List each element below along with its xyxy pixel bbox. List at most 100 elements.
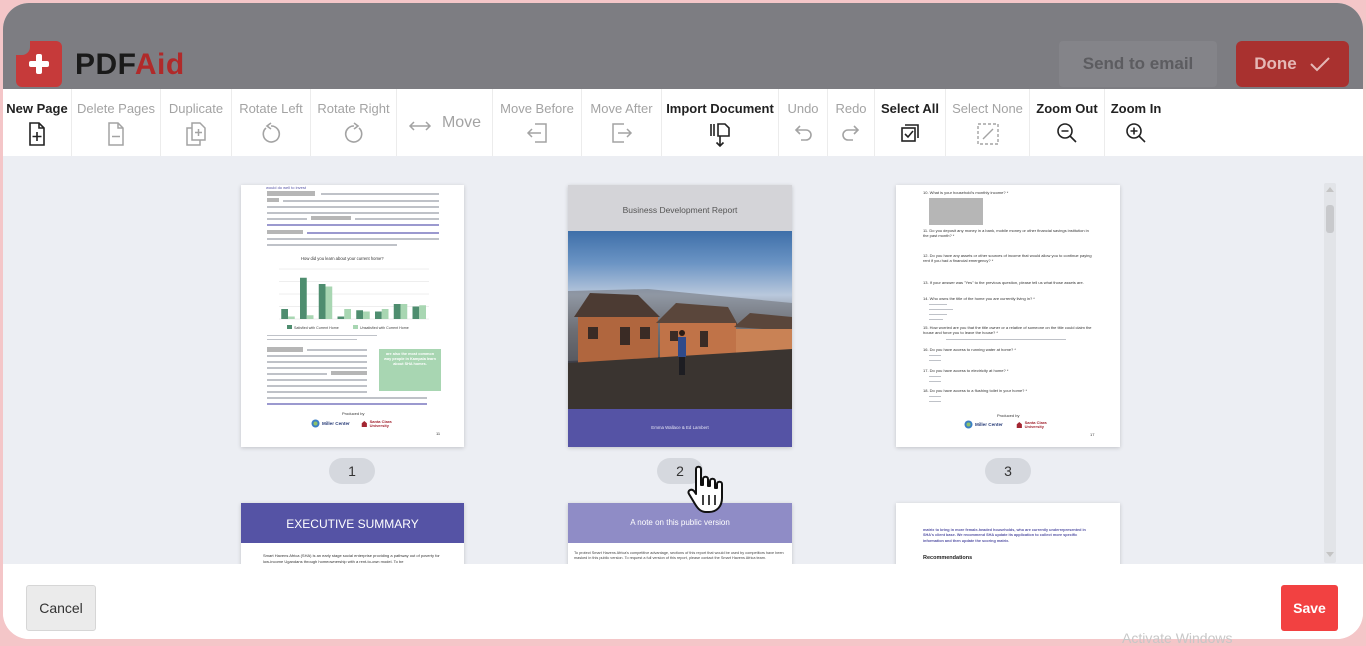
page2-authors: Emma Wallace & Ed Lambert [651, 425, 709, 430]
page-thumbnail-4[interactable]: EXECUTIVE SUMMARY Smart Havens Africa (S… [241, 503, 464, 564]
move-tool[interactable]: Move [397, 89, 492, 156]
chart-bar [393, 304, 401, 319]
select-all-tool[interactable]: Select All [875, 89, 945, 156]
page1-legend-satisfied: Satisfied with Current Home [287, 325, 339, 330]
chart-bar [412, 306, 420, 319]
chart-bar [300, 277, 307, 319]
page3-q15: 15. How worried are you that the title o… [923, 325, 1092, 336]
page-number-badge-3: 3 [985, 458, 1031, 484]
page-grid: would do well to invest How did you lear… [3, 156, 1363, 564]
send-to-email-button[interactable]: Send to email [1059, 41, 1217, 87]
scroll-up-arrow-icon [1326, 187, 1334, 192]
page-number-badge-1: 1 [329, 458, 375, 484]
page1-legend-unsatisfied: Unsatisfied with Current Home [353, 325, 409, 330]
select-none-label: Select None [952, 101, 1023, 116]
duplicate-tool[interactable]: Duplicate [161, 89, 231, 156]
page1-produced-by: Produced by [342, 411, 365, 416]
page3-q11: 11. Do you deposit any money in a bank, … [923, 228, 1089, 239]
vertical-scrollbar[interactable] [1324, 183, 1336, 563]
brand-part2: Aid [134, 48, 185, 81]
select-none-tool[interactable]: Select None [946, 89, 1029, 156]
chart-bar [381, 309, 389, 319]
checkmark-icon [1310, 57, 1330, 72]
redo-icon [842, 125, 860, 141]
page3-produced-by: Produced by [997, 413, 1020, 418]
zoom-in-tool[interactable]: Zoom In [1105, 89, 1167, 156]
move-after-icon [611, 123, 632, 143]
page3-page-number: 17 [1090, 432, 1095, 437]
page3-q13: 13. If your answer was "Yes" to the prev… [923, 280, 1084, 285]
page1-callout: are also the most common way people in K… [379, 349, 441, 391]
brand-part1: PDF [75, 48, 135, 81]
page-thumbnail-2[interactable]: Business Development Report Emma Wallace… [568, 185, 792, 447]
chart-bar [318, 284, 326, 319]
zoom-out-tool[interactable]: Zoom Out [1030, 89, 1104, 156]
done-label: Done [1254, 54, 1297, 73]
import-document-icon [710, 123, 730, 148]
page-thumbnail-6[interactable]: matrix to bring in more female-headed ho… [896, 503, 1120, 564]
rotate-left-tool[interactable]: Rotate Left [232, 89, 310, 156]
rotate-left-label: Rotate Left [239, 101, 303, 116]
page3-q14: 14. Who owns the title of the home you a… [923, 296, 1035, 301]
pdfaid-logo-icon [16, 41, 62, 87]
page-thumbnail-5[interactable]: A note on this public version To protect… [568, 503, 792, 564]
undo-icon [794, 125, 812, 141]
page3-q12: 12. Do you have any assets or other sour… [923, 253, 1092, 264]
duplicate-icon [186, 122, 206, 146]
page1-link-text: would do well to invest [266, 185, 307, 190]
move-label: Move [441, 113, 482, 131]
zoom-out-icon [1057, 123, 1077, 143]
page3-scu-logo: Santa Clara University [1016, 420, 1056, 430]
page2-cover-title: Business Development Report [622, 205, 738, 215]
move-before-icon [526, 123, 547, 143]
page1-miller-logo: Miller Center [311, 419, 350, 428]
chart-bar [325, 286, 333, 319]
page1-chart-title: How did you learn about your current hom… [301, 256, 384, 261]
footer-bar: Cancel Save [3, 564, 1363, 639]
chart-bar [281, 309, 288, 319]
page-thumbnail-3[interactable]: 10. What is your household's monthly inc… [896, 185, 1120, 447]
chart-bar [356, 310, 363, 319]
new-page-tool[interactable]: New Page [3, 89, 71, 156]
page5-title: A note on this public version [630, 518, 730, 527]
chart-bar [363, 311, 370, 319]
redo-tool[interactable]: Redo [828, 89, 874, 156]
toolbar: New Page Delete Pages Duplicate Rotate L… [3, 89, 1363, 156]
rotate-right-tool[interactable]: Rotate Right [311, 89, 396, 156]
save-button[interactable]: Save [1281, 585, 1338, 631]
page2-houses-image [568, 289, 792, 409]
page4-body: Smart Havens Africa (SHA) is an early st… [263, 553, 440, 564]
chart-bar [375, 311, 382, 319]
chart-bar [306, 315, 314, 319]
done-button[interactable]: Done [1236, 41, 1349, 87]
move-before-label: Move Before [500, 101, 574, 116]
page1-scu-logo: Santa Clara University [361, 419, 401, 429]
horizontal-arrows-icon [408, 120, 431, 131]
brand-name: PDFAid [75, 48, 185, 82]
move-after-tool[interactable]: Move After [582, 89, 661, 156]
page3-q10: 10. What is your household's monthly inc… [923, 190, 1009, 195]
page6-heading: Recommendations [923, 555, 973, 561]
import-document-tool[interactable]: Import Document [662, 89, 778, 156]
rotate-right-label: Rotate Right [317, 101, 390, 116]
chart-bar [344, 309, 351, 319]
delete-pages-tool[interactable]: Delete Pages [72, 89, 160, 156]
page1-page-number: 11 [436, 431, 441, 436]
select-all-icon [901, 124, 919, 142]
scroll-down-arrow-icon [1326, 552, 1334, 557]
hand-pointer-cursor-icon [687, 465, 723, 513]
duplicate-label: Duplicate [168, 101, 224, 116]
scrollbar-thumb[interactable] [1326, 205, 1334, 233]
page2-cover-photo [568, 231, 792, 409]
undo-tool[interactable]: Undo [779, 89, 827, 156]
cancel-button[interactable]: Cancel [26, 585, 96, 631]
undo-label: Undo [787, 101, 819, 116]
rotate-left-icon [262, 122, 281, 143]
zoom-in-label: Zoom In [1110, 101, 1162, 116]
rotate-right-icon [344, 122, 362, 143]
activate-windows-watermark: Activate Windows [1122, 630, 1233, 646]
page-thumbnail-1[interactable]: would do well to invest How did you lear… [241, 185, 464, 447]
select-all-label: Select All [880, 101, 940, 116]
move-before-tool[interactable]: Move Before [493, 89, 581, 156]
select-none-icon [976, 123, 999, 145]
